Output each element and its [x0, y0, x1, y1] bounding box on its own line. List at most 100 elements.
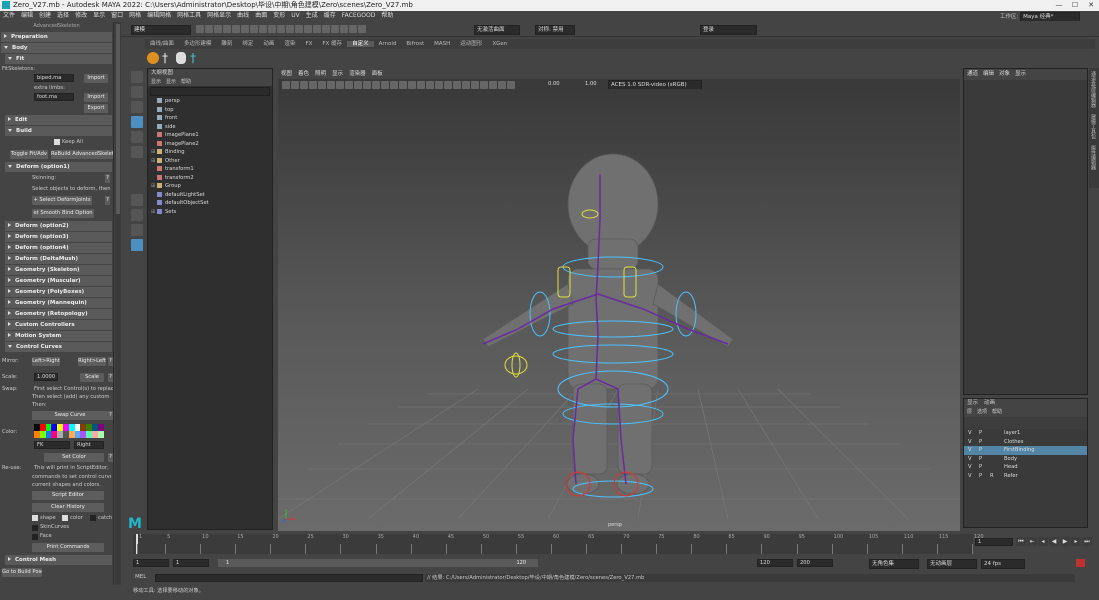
outliner-item[interactable]: front: [148, 114, 272, 123]
extra-limb-dropdown[interactable]: foot.ma: [34, 93, 74, 101]
layer-row[interactable]: V Player1: [964, 429, 1087, 438]
skinning-help-button[interactable]: ?: [105, 174, 110, 183]
login-dropdown[interactable]: 登录: [700, 25, 757, 35]
textured-icon[interactable]: [426, 80, 434, 89]
wireframe-icon[interactable]: [399, 80, 407, 89]
move-tool-icon[interactable]: [131, 116, 143, 128]
visibility-toggle[interactable]: V: [968, 455, 972, 464]
fps-dropdown[interactable]: 24 fps: [981, 559, 1025, 569]
redo-icon[interactable]: [232, 25, 240, 33]
edit-section[interactable]: Edit: [5, 115, 112, 125]
shelf-tab[interactable]: MASH: [429, 41, 455, 47]
step-back-key-icon[interactable]: ⇤: [1027, 537, 1037, 546]
side-tab[interactable]: 属性编辑器: [1089, 142, 1098, 173]
shelf-tab[interactable]: 渲染: [279, 41, 300, 47]
outliner-item[interactable]: transform1: [148, 165, 272, 174]
collapsed-section[interactable]: Deform (DeltaMush): [5, 254, 112, 264]
channel-menu-item[interactable]: 通道: [967, 71, 978, 77]
xray-icon[interactable]: [498, 80, 506, 89]
playback-start-field[interactable]: 1: [173, 559, 209, 567]
outliner-item[interactable]: side: [148, 123, 272, 132]
menu-item[interactable]: FACEGOOD: [342, 12, 376, 19]
select-object-icon[interactable]: [250, 25, 258, 33]
bookmark-icon[interactable]: [300, 80, 308, 89]
reference-toggle[interactable]: R: [990, 472, 994, 481]
select-tool-icon[interactable]: [131, 71, 143, 83]
outliner-item[interactable]: defaultLightSet: [148, 191, 272, 200]
fitskeleton-dropdown[interactable]: biped.ma: [34, 74, 74, 82]
outliner-item[interactable]: ⊞ Group: [148, 182, 272, 191]
collapsed-section[interactable]: Geometry (Mannequin): [5, 298, 112, 308]
advanced-skeleton-shelf-icon[interactable]: [147, 52, 159, 64]
shelf-tab[interactable]: XGen: [487, 41, 512, 47]
arnold-render-icon[interactable]: [358, 25, 366, 33]
collapsed-section[interactable]: Deform (option4): [5, 243, 112, 253]
viewport-menu-item[interactable]: 照明: [315, 71, 326, 77]
menu-item[interactable]: 显示: [93, 12, 105, 19]
menu-item[interactable]: 文件: [3, 12, 15, 19]
minimize-button[interactable]: —: [1051, 0, 1067, 11]
image-plane-icon[interactable]: [309, 80, 317, 89]
channel-menu-item[interactable]: 对象: [999, 71, 1010, 77]
menu-item[interactable]: 帮助: [381, 12, 393, 19]
lasso-tool-icon[interactable]: [131, 86, 143, 98]
open-scene-icon[interactable]: [205, 25, 213, 33]
shape-checkbox[interactable]: [32, 515, 38, 521]
current-frame-field[interactable]: 1: [975, 538, 1013, 546]
menu-item[interactable]: UV: [291, 12, 300, 19]
left-panel-scrollbar[interactable]: [115, 22, 121, 585]
export-button[interactable]: Export: [84, 104, 108, 113]
shelf-tab[interactable]: 自定义: [347, 41, 374, 47]
hypershade-icon[interactable]: [349, 25, 357, 33]
shelf-tab[interactable]: 雕刻: [216, 41, 237, 47]
history-icon[interactable]: [313, 25, 321, 33]
depth-of-field-icon[interactable]: [480, 80, 488, 89]
control-curves-section[interactable]: Control Curves: [5, 342, 112, 352]
outliner-item[interactable]: ⊞ Binding: [148, 148, 272, 157]
layer-menu-item[interactable]: 帮助: [992, 409, 1002, 415]
fit-section[interactable]: Fit: [5, 54, 112, 64]
menu-item[interactable]: 创建: [39, 12, 51, 19]
menu-item[interactable]: 修改: [75, 12, 87, 19]
menu-item[interactable]: 变形: [273, 12, 285, 19]
deform-option1-section[interactable]: Deform (option1): [5, 162, 112, 172]
color-checkbox[interactable]: [62, 515, 68, 521]
channel-menu-item[interactable]: 编辑: [983, 71, 994, 77]
collapsed-section[interactable]: Geometry (Skeleton): [5, 265, 112, 275]
snap-surface-icon[interactable]: [304, 25, 312, 33]
collapsed-section[interactable]: Geometry (Retopology): [5, 309, 112, 319]
menu-item[interactable]: 曲线: [237, 12, 249, 19]
ipr-icon[interactable]: [331, 25, 339, 33]
motion-blur-icon[interactable]: [462, 80, 470, 89]
import-limb-button[interactable]: Import: [84, 93, 108, 102]
visibility-toggle[interactable]: V: [968, 472, 972, 481]
playback-toggle[interactable]: P: [979, 438, 982, 447]
wireframe-on-shaded-icon[interactable]: [417, 80, 425, 89]
mel-label[interactable]: MEL: [135, 574, 146, 580]
outliner-item[interactable]: imagePlane2: [148, 140, 272, 149]
range-bar[interactable]: 1 120: [218, 559, 538, 567]
import-fitskeleton-button[interactable]: Import: [84, 74, 108, 83]
render-settings-icon[interactable]: [340, 25, 348, 33]
body-section[interactable]: Body: [1, 43, 112, 53]
deform-joints-help-button[interactable]: ?: [105, 196, 110, 205]
animation-start-field[interactable]: 1: [133, 559, 169, 567]
skincurves-checkbox[interactable]: [32, 525, 38, 531]
shelf-tab[interactable]: FX: [300, 41, 317, 47]
antialias-icon[interactable]: [471, 80, 479, 89]
control-mesh-section[interactable]: Control Mesh: [5, 555, 112, 565]
fk-dropdown[interactable]: FK: [34, 441, 70, 449]
menu-item[interactable]: 选择: [57, 12, 69, 19]
outliner-item[interactable]: imagePlane1: [148, 131, 272, 140]
layer-row[interactable]: V P Clothes: [964, 438, 1087, 447]
live-surface-dropdown[interactable]: 无激活曲面: [474, 25, 520, 35]
preparation-section[interactable]: Preparation: [1, 32, 112, 42]
outliner-item[interactable]: persp: [148, 97, 272, 106]
new-scene-icon[interactable]: [196, 25, 204, 33]
mirror-help-button[interactable]: ?: [108, 357, 113, 366]
select-deform-joints-button[interactable]: + Select DeformJoints: [32, 196, 92, 205]
layer-menu-item[interactable]: 选项: [977, 409, 987, 415]
outliner-item[interactable]: ⊞ Sets: [148, 208, 272, 217]
layer-row[interactable]: V P R Refer: [964, 472, 1087, 481]
render-icon[interactable]: [322, 25, 330, 33]
